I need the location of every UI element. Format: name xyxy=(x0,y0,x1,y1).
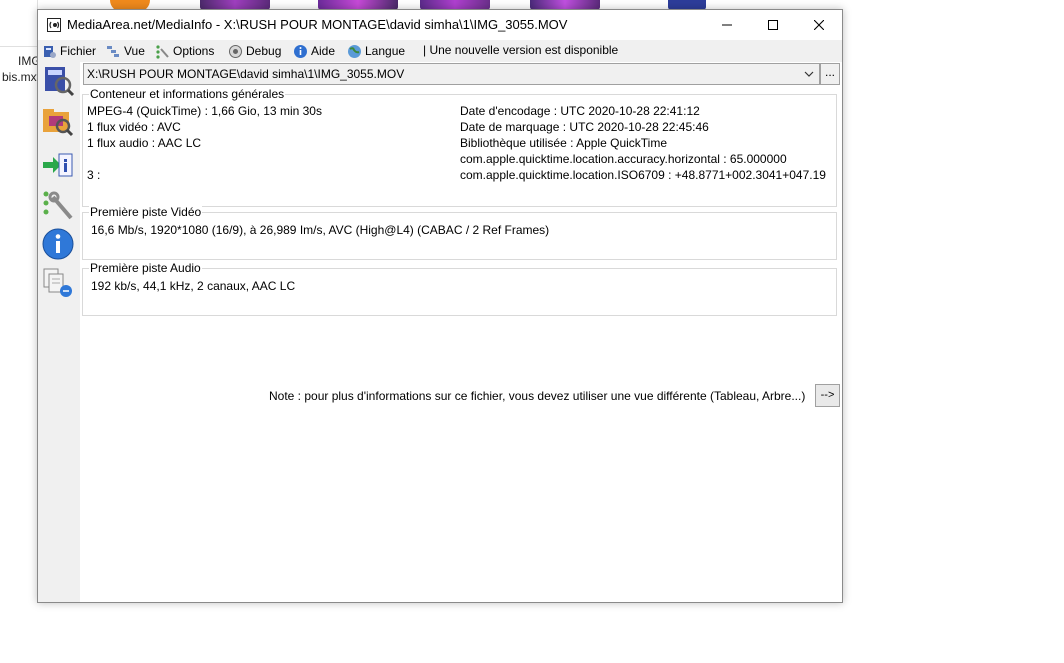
open-folder-icon[interactable] xyxy=(41,104,75,138)
options-icon xyxy=(156,44,169,59)
general-info-line: 1 flux vidéo : AVC xyxy=(87,120,181,134)
minimize-icon xyxy=(722,24,732,26)
view-icon xyxy=(107,45,119,57)
debug-icon xyxy=(229,44,242,58)
language-icon xyxy=(348,44,361,58)
menu-fichier[interactable]: Fichier xyxy=(42,42,96,60)
mediainfo-window: MediaArea.net/MediaInfo - X:\RUSH POUR M… xyxy=(37,9,843,603)
general-info-line: 1 flux audio : AAC LC xyxy=(87,136,202,150)
general-info-line: com.apple.quicktime.location.accuracy.ho… xyxy=(460,152,787,166)
menu-label: Langue xyxy=(365,44,406,58)
maximize-icon xyxy=(768,20,778,30)
view-hint-note: Note : pour plus d'informations sur ce f… xyxy=(269,389,806,403)
general-info-line: MPEG-4 (QuickTime) : 1,66 Gio, 13 min 30… xyxy=(87,104,322,118)
menu-vue[interactable]: Vue xyxy=(106,42,145,60)
content-area: X:\RUSH POUR MONTAGE\david simha\1\IMG_3… xyxy=(80,62,842,602)
group-title: Première piste Audio xyxy=(89,261,202,275)
general-info-right-column: Date d'encodage : UTC 2020-10-28 22:41:1… xyxy=(459,95,831,206)
general-info-group: Conteneur et informations générales MPEG… xyxy=(82,87,837,207)
menu-options[interactable]: Options xyxy=(155,42,214,60)
file-icon xyxy=(44,45,56,58)
sidebar-toolbar xyxy=(38,62,80,602)
export-icon[interactable] xyxy=(41,148,75,182)
general-info-line: com.apple.quicktime.location.ISO6709 : +… xyxy=(460,168,826,182)
group-title: Conteneur et informations générales xyxy=(89,87,286,101)
file-path-dropdown[interactable]: X:\RUSH POUR MONTAGE\david simha\1\IMG_3… xyxy=(83,63,820,85)
menu-label: Vue xyxy=(124,44,145,58)
options-icon[interactable] xyxy=(41,188,75,222)
help-icon xyxy=(294,44,307,58)
menu-debug[interactable]: Debug xyxy=(228,42,281,60)
close-icon xyxy=(814,20,824,30)
menu-label: Debug xyxy=(246,44,282,58)
general-info-line: Date de marquage : UTC 2020-10-28 22:45:… xyxy=(460,120,709,134)
video-track-group: Première piste Vidéo 16,6 Mb/s, 1920*108… xyxy=(82,205,837,260)
window-title: MediaArea.net/MediaInfo - X:\RUSH POUR M… xyxy=(67,17,568,32)
minimize-button[interactable] xyxy=(704,10,750,40)
desktop-file-label[interactable]: bis.mxt xyxy=(2,70,40,84)
audio-track-info: 192 kb/s, 44,1 kHz, 2 canaux, AAC LC xyxy=(91,279,296,293)
general-info-line: Date d'encodage : UTC 2020-10-28 22:41:1… xyxy=(460,104,700,118)
menu-label: Aide xyxy=(311,44,336,58)
about-icon[interactable] xyxy=(41,227,75,261)
knowledge-base-icon[interactable] xyxy=(41,266,75,300)
menu-langue[interactable]: Langue xyxy=(347,42,405,60)
close-button[interactable] xyxy=(796,10,842,40)
menu-aide[interactable]: Aide xyxy=(293,42,335,60)
chevron-down-icon[interactable] xyxy=(802,67,816,81)
mediainfo-app-icon xyxy=(47,18,61,32)
general-info-line: 3 : xyxy=(87,168,101,182)
file-path-value: X:\RUSH POUR MONTAGE\david simha\1\IMG_3… xyxy=(87,67,405,81)
open-file-icon[interactable] xyxy=(41,64,75,98)
group-title: Première piste Vidéo xyxy=(89,205,203,219)
browse-button[interactable]: ... xyxy=(820,63,840,85)
general-info-line: Bibliothèque utilisée : Apple QuickTime xyxy=(460,136,667,150)
maximize-button[interactable] xyxy=(750,10,796,40)
update-available-notice[interactable]: | Une nouvelle version est disponible xyxy=(423,43,618,57)
desktop-file-thumbnail[interactable] xyxy=(0,0,38,47)
menu-label: Options xyxy=(173,44,215,58)
title-bar[interactable]: MediaArea.net/MediaInfo - X:\RUSH POUR M… xyxy=(38,10,842,40)
menu-bar: Fichier Vue Options Debug Aide Langue | … xyxy=(38,40,842,62)
audio-track-group: Première piste Audio 192 kb/s, 44,1 kHz,… xyxy=(82,261,837,316)
menu-label: Fichier xyxy=(60,44,97,58)
change-view-button[interactable]: --> xyxy=(815,384,840,407)
video-track-info: 16,6 Mb/s, 1920*1080 (16/9), à 26,989 Im… xyxy=(91,223,550,237)
